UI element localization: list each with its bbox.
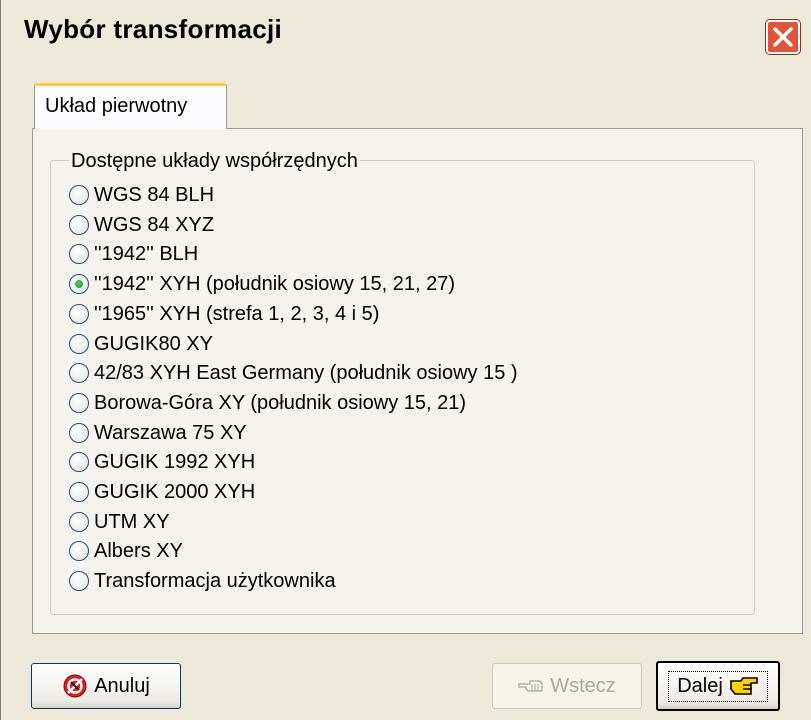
back-button[interactable]: Wstecz — [492, 663, 642, 709]
radio-button[interactable] — [69, 482, 89, 502]
back-label: Wstecz — [550, 674, 616, 697]
radio-button[interactable] — [69, 541, 89, 561]
tab-label: Układ pierwotny — [45, 95, 188, 117]
title-bar[interactable]: Wybór transformacji — [1, 0, 811, 62]
group-title: Dostępne układy współrzędnych — [69, 150, 360, 173]
next-label: Dalej — [677, 674, 723, 697]
radio-label: ''1942'' XYH (południk osiowy 15, 21, 27… — [94, 272, 456, 295]
radio-option[interactable]: Borowa-Góra XY (południk osiowy 15, 21) — [69, 390, 466, 416]
radio-button[interactable] — [69, 304, 89, 324]
radio-option[interactable]: WGS 84 BLH — [69, 182, 214, 208]
radio-label: 42/83 XYH East Germany (południk osiowy … — [94, 361, 518, 384]
radio-button[interactable] — [69, 274, 89, 294]
cancel-label: Anuluj — [94, 674, 150, 697]
radio-button[interactable] — [69, 452, 89, 472]
radio-option[interactable]: GUGIK80 XY — [69, 331, 213, 357]
radio-label: Transformacja użytkownika — [94, 569, 336, 592]
tab-uklad-pierwotny[interactable]: Układ pierwotny — [34, 83, 227, 129]
close-button[interactable] — [766, 20, 800, 54]
radio-button[interactable] — [69, 244, 89, 264]
radio-label: Warszawa 75 XY — [94, 421, 247, 444]
radio-button[interactable] — [69, 363, 89, 383]
radio-option[interactable]: GUGIK 1992 XYH — [69, 449, 255, 475]
radio-label: ''1942'' BLH — [94, 242, 199, 265]
radio-option[interactable]: WGS 84 XYZ — [69, 212, 214, 238]
radio-label: GUGIK 2000 XYH — [94, 480, 256, 503]
next-focus-rect: Dalej — [668, 670, 768, 702]
radio-label: WGS 84 XYZ — [94, 213, 215, 236]
radio-button[interactable] — [69, 393, 89, 413]
radio-label: GUGIK80 XY — [94, 332, 213, 355]
radio-option[interactable]: UTM XY — [69, 509, 170, 535]
hand-left-icon — [518, 680, 543, 692]
radio-button[interactable] — [69, 571, 89, 591]
window-title: Wybór transformacji — [24, 14, 283, 44]
radio-button[interactable] — [69, 512, 89, 532]
dialog-window: Wybór transformacji Układ pierwotny Dost… — [0, 0, 811, 720]
cancel-icon — [63, 674, 87, 698]
radio-option[interactable]: ''1965'' XYH (strefa 1, 2, 3, 4 i 5) — [69, 301, 379, 327]
hand-right-icon — [729, 677, 758, 695]
radio-option[interactable]: Transformacja użytkownika — [69, 568, 336, 594]
radio-label: ''1965'' XYH (strefa 1, 2, 3, 4 i 5) — [94, 302, 380, 325]
radio-option[interactable]: 42/83 XYH East Germany (południk osiowy … — [69, 360, 518, 386]
cancel-button[interactable]: Anuluj — [31, 663, 181, 709]
next-button[interactable]: Dalej — [656, 661, 780, 711]
radio-option[interactable]: GUGIK 2000 XYH — [69, 479, 255, 505]
radio-label: Albers XY — [94, 539, 183, 562]
radio-label: WGS 84 BLH — [94, 183, 215, 206]
radio-button[interactable] — [69, 215, 89, 235]
radio-option[interactable]: Warszawa 75 XY — [69, 420, 247, 446]
close-icon — [773, 27, 793, 47]
radio-button[interactable] — [69, 423, 89, 443]
radio-option[interactable]: ''1942'' XYH (południk osiowy 15, 21, 27… — [69, 271, 455, 297]
radio-option[interactable]: Albers XY — [69, 538, 183, 564]
radio-button[interactable] — [69, 334, 89, 354]
radio-button[interactable] — [69, 185, 89, 205]
radio-label: GUGIK 1992 XYH — [94, 450, 256, 473]
radio-label: Borowa-Góra XY (południk osiowy 15, 21) — [94, 391, 467, 414]
radio-label: UTM XY — [94, 510, 170, 533]
radio-option[interactable]: ''1942'' BLH — [69, 241, 198, 267]
